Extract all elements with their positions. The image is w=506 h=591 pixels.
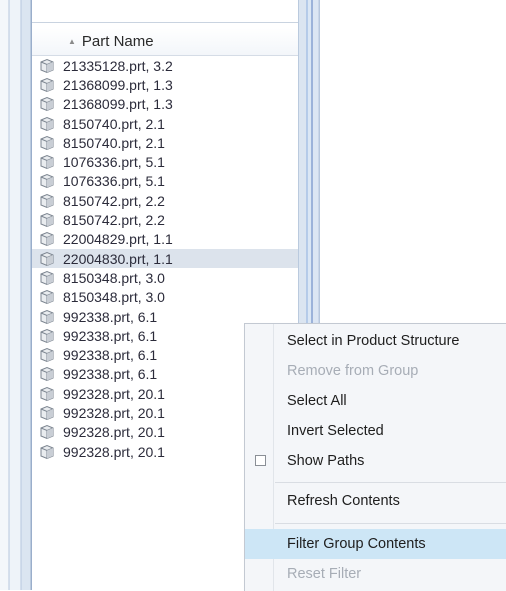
part-name-label: 21335128.prt, 3.2 — [63, 57, 173, 74]
part-file-icon — [38, 347, 56, 363]
part-name-label: 992338.prt, 6.1 — [63, 327, 158, 344]
part-file-icon — [38, 251, 56, 267]
part-name-label: 8150348.prt, 3.0 — [63, 269, 165, 286]
list-item[interactable]: 21368099.prt, 1.3 — [32, 75, 298, 94]
list-item[interactable]: 1076336.prt, 5.1 — [32, 152, 298, 171]
part-file-icon — [38, 424, 56, 440]
part-file-icon — [38, 405, 56, 421]
menu-item-refresh-contents[interactable]: Refresh Contents — [245, 486, 506, 516]
part-name-label: 8150740.prt, 2.1 — [63, 115, 165, 132]
part-name-label: 992328.prt, 20.1 — [63, 385, 165, 402]
menu-item-label: Select in Product Structure — [287, 333, 460, 349]
window-frame-left — [0, 0, 32, 590]
menu-item-label: Filter Group Contents — [287, 536, 426, 552]
part-file-icon — [38, 193, 56, 209]
part-name-label: 992328.prt, 20.1 — [63, 424, 165, 441]
part-file-icon — [38, 328, 56, 344]
list-item[interactable]: 8150742.prt, 2.2 — [32, 191, 298, 210]
part-file-icon — [38, 386, 56, 402]
part-name-label: 1076336.prt, 5.1 — [63, 173, 165, 190]
list-item[interactable]: 21335128.prt, 3.2 — [32, 56, 298, 75]
part-file-icon — [38, 212, 56, 228]
part-file-icon — [38, 231, 56, 247]
part-name-label: 22004829.prt, 1.1 — [63, 231, 173, 248]
list-item[interactable]: 8150348.prt, 3.0 — [32, 288, 298, 307]
menu-item-show-paths[interactable]: Show Paths — [245, 446, 506, 476]
show-paths-checkbox[interactable] — [255, 455, 266, 466]
column-header-label: Part Name — [81, 33, 154, 50]
context-menu: Select in Product Structure Remove from … — [244, 323, 506, 591]
list-item[interactable]: 8150740.prt, 2.1 — [32, 114, 298, 133]
list-item[interactable]: 22004830.prt, 1.1 — [32, 248, 298, 269]
list-item[interactable]: 22004829.prt, 1.1 — [32, 230, 298, 249]
part-file-icon — [38, 77, 56, 93]
menu-item-select-in-product-structure[interactable]: Select in Product Structure — [245, 326, 506, 356]
part-name-label: 22004830.prt, 1.1 — [63, 250, 173, 267]
part-name-label: 1076336.prt, 5.1 — [63, 154, 165, 171]
sort-ascending-icon: ▲ — [68, 37, 76, 46]
part-file-icon — [38, 135, 56, 151]
menu-item-invert-selected[interactable]: Invert Selected — [245, 416, 506, 446]
part-name-column-header[interactable]: ▲ Part Name — [32, 28, 298, 56]
part-name-label: 992338.prt, 6.1 — [63, 366, 158, 383]
list-item[interactable]: 1076336.prt, 5.1 — [32, 172, 298, 191]
part-file-icon — [38, 96, 56, 112]
part-file-icon — [38, 270, 56, 286]
part-file-icon — [38, 289, 56, 305]
menu-item-label: Show Paths — [287, 453, 365, 469]
part-file-icon — [38, 309, 56, 325]
menu-item-reset-filter: Reset Filter — [245, 559, 506, 589]
part-name-label: 8150742.prt, 2.2 — [63, 192, 165, 209]
part-file-icon — [38, 444, 56, 460]
list-item[interactable]: 8150742.prt, 2.2 — [32, 210, 298, 229]
part-name-label: 21368099.prt, 1.3 — [63, 76, 173, 93]
upper-panel — [32, 0, 298, 23]
part-name-label: 8150742.prt, 2.2 — [63, 212, 165, 229]
part-file-icon — [38, 366, 56, 382]
part-file-icon — [38, 154, 56, 170]
part-name-label: 992338.prt, 6.1 — [63, 347, 158, 364]
list-item[interactable]: 8150740.prt, 2.1 — [32, 133, 298, 152]
menu-item-label: Reset Filter — [287, 566, 362, 582]
part-name-label: 992338.prt, 6.1 — [63, 308, 158, 325]
list-item[interactable]: 21368099.prt, 1.3 — [32, 95, 298, 114]
menu-separator — [275, 482, 506, 483]
part-name-label: 992328.prt, 20.1 — [63, 443, 165, 460]
menu-item-remove-from-group: Remove from Group — [245, 356, 506, 386]
menu-item-filter-group-contents[interactable]: Filter Group Contents — [245, 529, 506, 559]
menu-item-label: Select All — [287, 393, 347, 409]
menu-item-label: Refresh Contents — [287, 493, 400, 509]
part-name-label: 21368099.prt, 1.3 — [63, 96, 173, 113]
menu-item-label: Invert Selected — [287, 423, 384, 439]
part-name-label: 8150740.prt, 2.1 — [63, 134, 165, 151]
menu-separator — [275, 523, 506, 524]
menu-item-label: Remove from Group — [287, 363, 419, 379]
part-name-label: 8150348.prt, 3.0 — [63, 289, 165, 306]
part-file-icon — [38, 58, 56, 74]
menu-item-select-all[interactable]: Select All — [245, 386, 506, 416]
part-file-icon — [38, 173, 56, 189]
part-name-label: 992328.prt, 20.1 — [63, 404, 165, 421]
list-item[interactable]: 8150348.prt, 3.0 — [32, 268, 298, 287]
part-file-icon — [38, 116, 56, 132]
